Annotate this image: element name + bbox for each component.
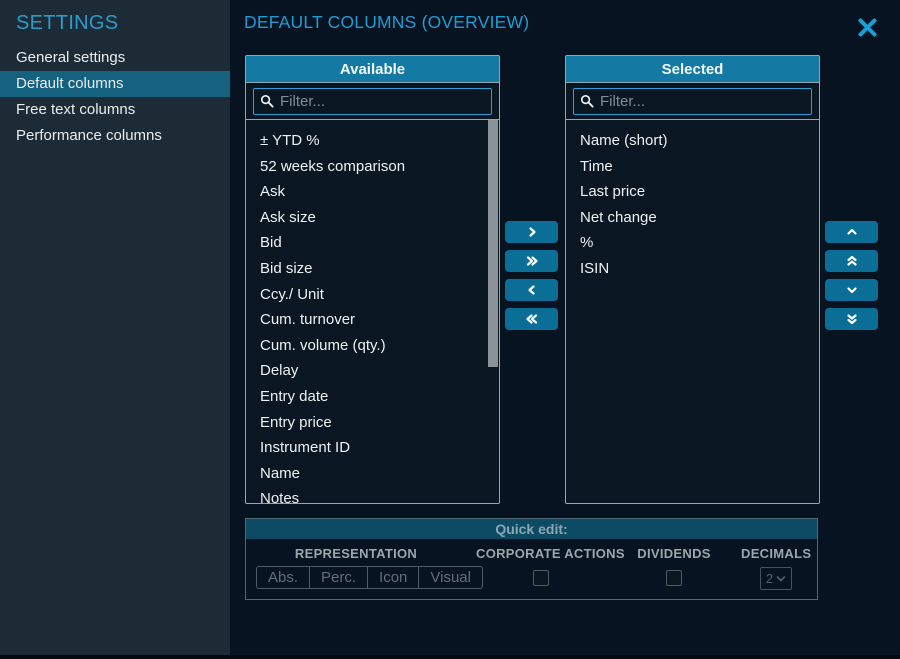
sidebar: SETTINGS General settingsDefault columns…	[0, 0, 230, 655]
decimals-value: 2	[766, 571, 773, 586]
available-list-item[interactable]: Bid size	[246, 256, 499, 282]
available-list: ± YTD %52 weeks comparisonAskAsk sizeBid…	[246, 120, 499, 503]
selected-panel: Selected Name (short)TimeLast priceNet c…	[565, 55, 820, 504]
available-list-item[interactable]: Name	[246, 461, 499, 487]
representation-segmented-control: Abs.Perc.IconVisual	[256, 566, 483, 589]
available-list-item[interactable]: Bid	[246, 230, 499, 256]
dividends-label: DIVIDENDS	[614, 546, 734, 561]
window-bottom-edge	[0, 655, 900, 659]
chevron-down-icon	[776, 575, 786, 583]
close-icon	[857, 17, 878, 38]
available-panel: Available ± YTD %52 weeks comparisonAskA…	[245, 55, 500, 504]
selected-list-item[interactable]: Time	[566, 154, 819, 180]
available-list-item[interactable]: Ask size	[246, 205, 499, 231]
transfer-buttons	[505, 221, 558, 337]
move-bottom-button[interactable]	[825, 308, 878, 330]
corporate-actions-label: CORPORATE ACTIONS	[476, 546, 606, 561]
sidebar-nav: General settingsDefault columnsFree text…	[0, 45, 230, 149]
representation-option-visual[interactable]: Visual	[419, 567, 482, 588]
representation-option-icon[interactable]: Icon	[368, 567, 419, 588]
available-list-item[interactable]: ± YTD %	[246, 128, 499, 154]
available-list-item[interactable]: Ask	[246, 179, 499, 205]
corporate-actions-checkbox[interactable]	[533, 570, 549, 586]
available-list-item[interactable]: Instrument ID	[246, 435, 499, 461]
chevron-right-icon	[525, 225, 539, 239]
available-scrollbar[interactable]	[488, 120, 498, 503]
move-all-left-button[interactable]	[505, 308, 558, 330]
available-scrollbar-thumb[interactable]	[488, 120, 498, 367]
available-filter-row	[246, 83, 499, 120]
move-all-right-button[interactable]	[505, 250, 558, 272]
decimals-group: DECIMALS 2	[741, 539, 811, 590]
selected-list-item[interactable]: Net change	[566, 205, 819, 231]
selected-list-item[interactable]: ISIN	[566, 256, 819, 282]
available-list-item[interactable]: Cum. volume (qty.)	[246, 333, 499, 359]
available-list-item[interactable]: 52 weeks comparison	[246, 154, 499, 180]
sidebar-title: SETTINGS	[0, 0, 230, 35]
selected-list-item[interactable]: %	[566, 230, 819, 256]
quick-edit-panel: Quick edit: REPRESENTATION Abs.Perc.Icon…	[245, 518, 818, 600]
selected-filter-row	[566, 83, 819, 120]
move-left-button[interactable]	[505, 279, 558, 301]
available-filter-input[interactable]	[253, 88, 492, 115]
move-up-button[interactable]	[825, 221, 878, 243]
dividends-checkbox[interactable]	[666, 570, 682, 586]
available-list-item[interactable]: Cum. turnover	[246, 307, 499, 333]
double-chevron-left-icon	[525, 312, 539, 326]
selected-list: Name (short)TimeLast priceNet change%ISI…	[566, 120, 819, 503]
selected-panel-header: Selected	[566, 56, 819, 83]
representation-option-perc[interactable]: Perc.	[310, 567, 368, 588]
available-list-item[interactable]: Ccy./ Unit	[246, 282, 499, 308]
reorder-buttons	[825, 221, 878, 337]
close-button[interactable]	[855, 15, 879, 39]
available-list-item[interactable]: Entry price	[246, 410, 499, 436]
available-list-item[interactable]: Delay	[246, 358, 499, 384]
available-panel-header: Available	[246, 56, 499, 83]
move-right-button[interactable]	[505, 221, 558, 243]
double-chevron-down-icon	[845, 312, 859, 326]
selected-list-item[interactable]: Name (short)	[566, 128, 819, 154]
available-list-item[interactable]: Entry date	[246, 384, 499, 410]
sidebar-item-free-text-columns[interactable]: Free text columns	[0, 97, 230, 123]
chevron-up-icon	[845, 225, 859, 239]
decimals-dropdown[interactable]: 2	[760, 567, 792, 590]
move-top-button[interactable]	[825, 250, 878, 272]
representation-option-abs[interactable]: Abs.	[257, 567, 310, 588]
sidebar-item-general-settings[interactable]: General settings	[0, 45, 230, 71]
quick-edit-title: Quick edit:	[246, 519, 817, 539]
available-list-item[interactable]: Notes	[246, 486, 499, 503]
representation-group: REPRESENTATION Abs.Perc.IconVisual	[256, 539, 456, 589]
double-chevron-up-icon	[845, 254, 859, 268]
selected-filter-input[interactable]	[573, 88, 812, 115]
representation-label: REPRESENTATION	[256, 546, 456, 561]
settings-window: SETTINGS General settingsDefault columns…	[0, 0, 900, 659]
corporate-actions-group: CORPORATE ACTIONS	[476, 539, 606, 586]
double-chevron-right-icon	[525, 254, 539, 268]
move-down-button[interactable]	[825, 279, 878, 301]
sidebar-item-performance-columns[interactable]: Performance columns	[0, 123, 230, 149]
dividends-group: DIVIDENDS	[614, 539, 734, 586]
main-panel: DEFAULT COLUMNS (OVERVIEW) Available ± Y…	[230, 0, 900, 655]
decimals-label: DECIMALS	[741, 546, 811, 561]
chevron-down-icon	[845, 283, 859, 297]
selected-list-item[interactable]: Last price	[566, 179, 819, 205]
chevron-left-icon	[525, 283, 539, 297]
page-title: DEFAULT COLUMNS (OVERVIEW)	[244, 12, 529, 33]
sidebar-item-default-columns[interactable]: Default columns	[0, 71, 230, 97]
